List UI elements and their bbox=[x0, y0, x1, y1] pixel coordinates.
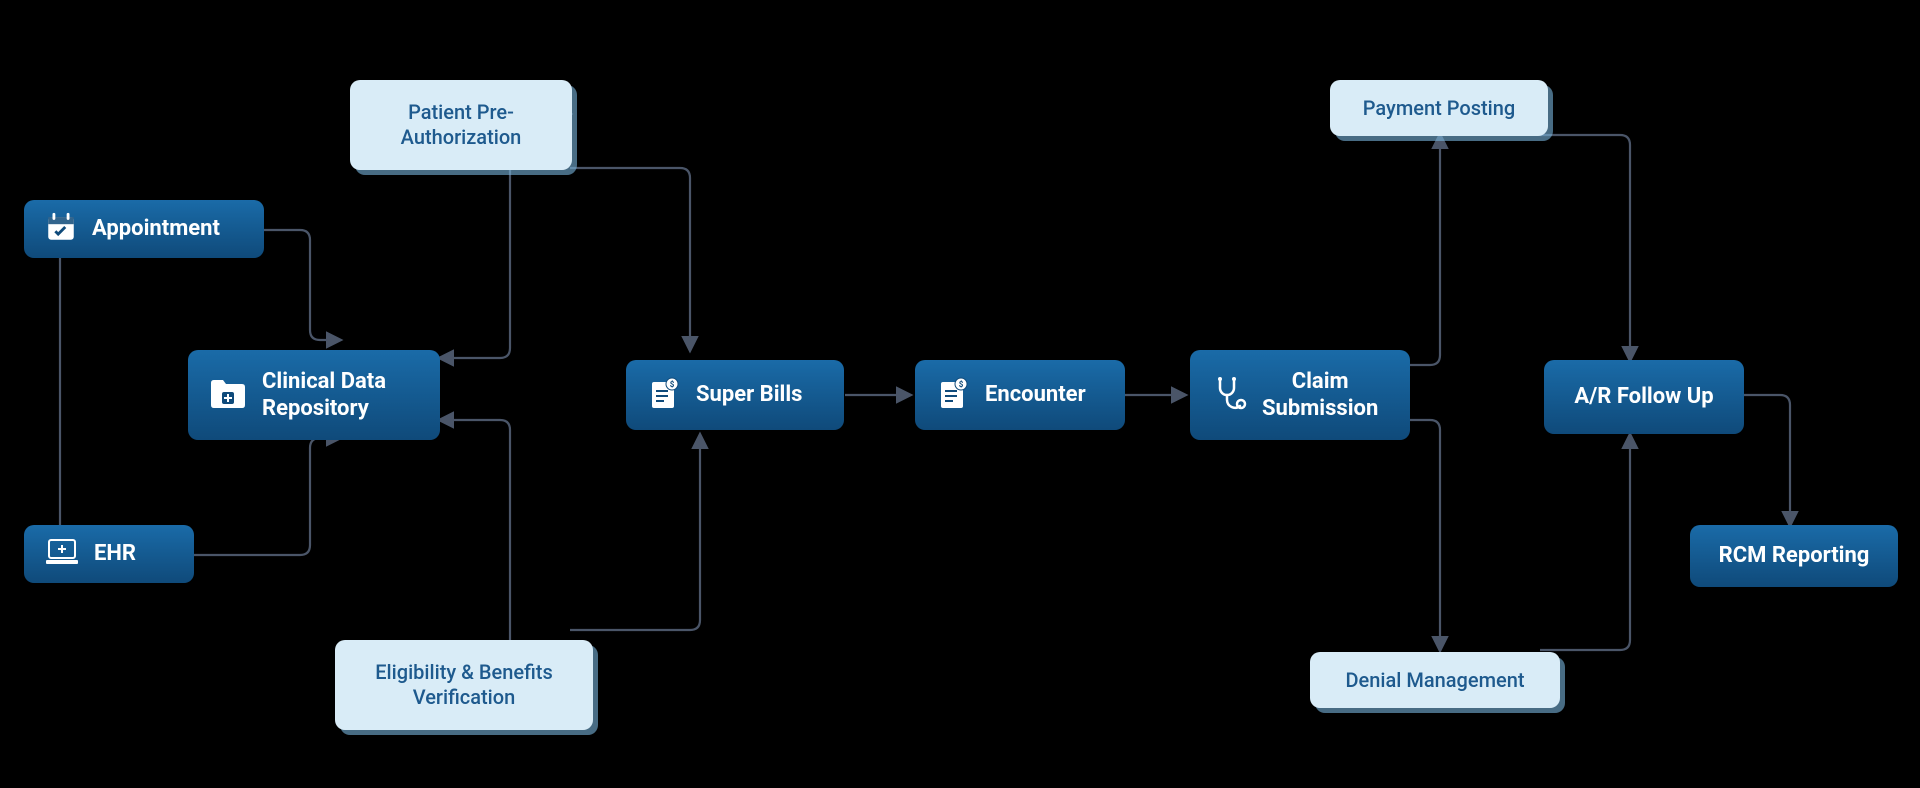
node-rcm: RCM Reporting bbox=[1690, 525, 1898, 587]
node-label: Patient Pre-Authorization bbox=[401, 100, 522, 150]
node-label: Eligibility & BenefitsVerification bbox=[375, 660, 553, 710]
node-label: A/R Follow Up bbox=[1574, 383, 1713, 411]
bill-icon: $ bbox=[935, 376, 971, 414]
node-preauth: Patient Pre-Authorization bbox=[350, 80, 572, 170]
node-label: Super Bills bbox=[696, 381, 802, 409]
node-label: RCM Reporting bbox=[1719, 542, 1870, 570]
node-label: ClaimSubmission bbox=[1262, 368, 1378, 423]
node-cdr: Clinical DataRepository bbox=[188, 350, 440, 440]
node-superbills: $ Super Bills bbox=[626, 360, 844, 430]
node-encounter: $ Encounter bbox=[915, 360, 1125, 430]
node-denial: Denial Management bbox=[1310, 652, 1560, 708]
calendar-icon bbox=[44, 210, 78, 248]
stethoscope-icon bbox=[1210, 374, 1248, 416]
node-label: Payment Posting bbox=[1363, 96, 1516, 121]
node-arfollow: A/R Follow Up bbox=[1544, 360, 1744, 434]
svg-text:$: $ bbox=[959, 380, 964, 389]
node-label: Encounter bbox=[985, 381, 1086, 409]
node-ehr: EHR bbox=[24, 525, 194, 583]
bill-icon: $ bbox=[646, 376, 682, 414]
node-label: Appointment bbox=[92, 215, 220, 243]
node-label: EHR bbox=[94, 540, 136, 568]
node-label: Denial Management bbox=[1345, 668, 1524, 693]
laptop-icon bbox=[44, 537, 80, 571]
node-claim: ClaimSubmission bbox=[1190, 350, 1410, 440]
node-payment: Payment Posting bbox=[1330, 80, 1548, 136]
svg-text:$: $ bbox=[670, 380, 675, 389]
node-appointment: Appointment bbox=[24, 200, 264, 258]
node-label: Clinical DataRepository bbox=[262, 368, 386, 423]
folder-icon bbox=[208, 375, 248, 415]
node-eligibility: Eligibility & BenefitsVerification bbox=[335, 640, 593, 730]
